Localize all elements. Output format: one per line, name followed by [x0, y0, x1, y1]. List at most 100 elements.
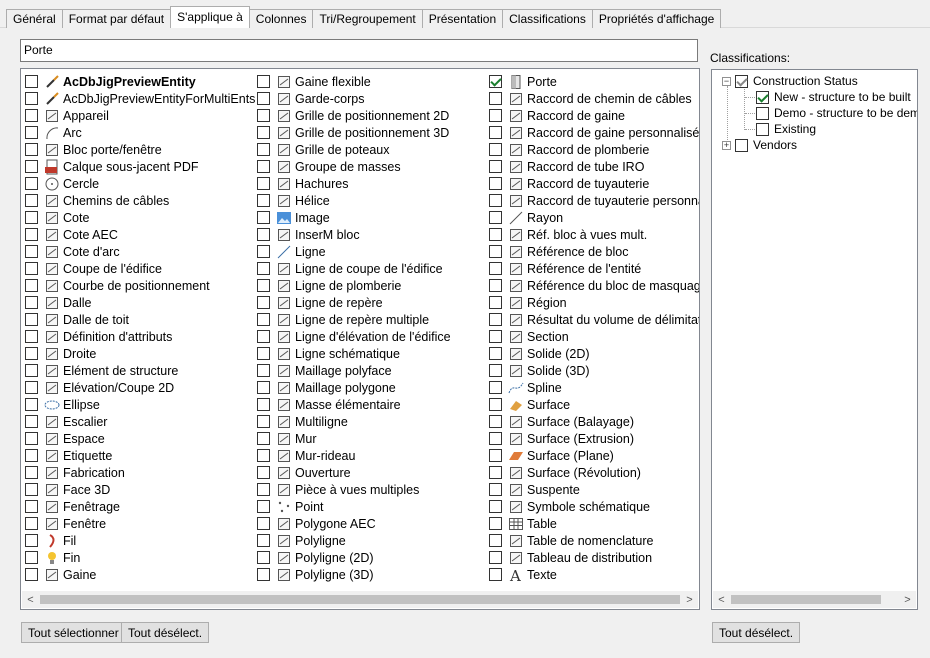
list-item[interactable]: Ligne de repère — [257, 294, 451, 311]
list-item[interactable]: Cercle — [25, 175, 255, 192]
list-item[interactable]: Ligne d'élévation de l'édifice — [257, 328, 451, 345]
list-item[interactable]: Solide (2D) — [489, 345, 699, 362]
list-item[interactable]: Fenêtrage — [25, 498, 255, 515]
item-checkbox[interactable] — [25, 313, 38, 326]
list-item[interactable]: Calque sous-jacent PDF — [25, 158, 255, 175]
tab-6[interactable]: Présentation — [421, 9, 504, 28]
item-checkbox[interactable] — [489, 262, 502, 275]
item-checkbox[interactable] — [489, 347, 502, 360]
list-item[interactable]: AcDbJigPreviewEntity — [25, 73, 255, 90]
list-item[interactable]: Fenêtre — [25, 515, 255, 532]
item-checkbox[interactable] — [25, 483, 38, 496]
item-checkbox[interactable] — [257, 466, 270, 479]
list-item[interactable]: Grille de positionnement 2D — [257, 107, 451, 124]
list-item[interactable]: Réf. bloc à vues mult. — [489, 226, 699, 243]
item-checkbox[interactable] — [257, 364, 270, 377]
list-item[interactable]: Tableau de distribution — [489, 549, 699, 566]
item-checkbox[interactable] — [489, 466, 502, 479]
list-item[interactable]: Face 3D — [25, 481, 255, 498]
list-item[interactable]: Dalle — [25, 294, 255, 311]
item-checkbox[interactable] — [25, 364, 38, 377]
list-item[interactable]: Hélice — [257, 192, 451, 209]
list-item[interactable]: Cote d'arc — [25, 243, 255, 260]
object-type-list[interactable]: AcDbJigPreviewEntity AcDbJigPreviewEntity… — [20, 68, 700, 610]
scrollbar-thumb[interactable] — [40, 595, 680, 604]
item-checkbox[interactable] — [257, 313, 270, 326]
item-checkbox[interactable] — [25, 534, 38, 547]
item-checkbox[interactable] — [257, 517, 270, 530]
item-checkbox[interactable] — [257, 449, 270, 462]
list-item[interactable]: Référence de bloc — [489, 243, 699, 260]
classifications-tree[interactable]: − Construction Status New - structure to… — [711, 69, 918, 610]
existing-checkbox[interactable] — [756, 122, 769, 136]
deselect-all-button[interactable]: Tout désélect. — [121, 622, 210, 643]
list-item[interactable]: Polyligne (2D) — [257, 549, 451, 566]
list-item[interactable]: Fin — [25, 549, 255, 566]
list-item[interactable]: Région — [489, 294, 699, 311]
item-checkbox[interactable] — [257, 228, 270, 241]
list-item[interactable]: Etiquette — [25, 447, 255, 464]
item-checkbox[interactable] — [257, 75, 270, 88]
list-item[interactable]: Ligne de repère multiple — [257, 311, 451, 328]
list-item[interactable]: Spline — [489, 379, 699, 396]
item-checkbox[interactable] — [489, 483, 502, 496]
item-checkbox[interactable] — [257, 534, 270, 547]
list-item[interactable]: InserM bloc — [257, 226, 451, 243]
list-item[interactable]: Mur-rideau — [257, 447, 451, 464]
item-checkbox[interactable] — [257, 296, 270, 309]
list-item[interactable]: Référence de l'entité — [489, 260, 699, 277]
item-checkbox[interactable] — [257, 551, 270, 564]
item-checkbox[interactable] — [257, 381, 270, 394]
list-item[interactable]: Ligne de plomberie — [257, 277, 451, 294]
list-item[interactable]: Hachures — [257, 175, 451, 192]
item-checkbox[interactable] — [25, 449, 38, 462]
list-item[interactable]: Fabrication — [25, 464, 255, 481]
list-item[interactable]: Maillage polyface — [257, 362, 451, 379]
list-item[interactable]: Polygone AEC — [257, 515, 451, 532]
item-checkbox[interactable] — [25, 500, 38, 513]
item-checkbox[interactable] — [257, 245, 270, 258]
list-item[interactable]: Rayon — [489, 209, 699, 226]
item-checkbox[interactable] — [489, 449, 502, 462]
new-structure-checkbox[interactable] — [756, 90, 769, 104]
item-checkbox[interactable] — [257, 432, 270, 445]
list-item[interactable]: Table de nomenclature — [489, 532, 699, 549]
list-item[interactable]: Mur — [257, 430, 451, 447]
list-item[interactable]: Maillage polygone — [257, 379, 451, 396]
list-item[interactable]: Coupe de l'édifice — [25, 260, 255, 277]
item-checkbox[interactable] — [489, 194, 502, 207]
list-item[interactable]: Raccord de plomberie — [489, 141, 699, 158]
list-item[interactable]: AcDbJigPreviewEntityForMultiEnts — [25, 90, 255, 107]
list-item[interactable]: Masse élémentaire — [257, 396, 451, 413]
item-checkbox[interactable] — [489, 177, 502, 190]
item-checkbox[interactable] — [257, 347, 270, 360]
item-checkbox[interactable] — [257, 160, 270, 173]
list-item[interactable]: Ellipse — [25, 396, 255, 413]
list-item[interactable]: Symbole schématique — [489, 498, 699, 515]
item-checkbox[interactable] — [25, 551, 38, 564]
list-item[interactable]: Gaine — [25, 566, 255, 583]
item-checkbox[interactable] — [489, 160, 502, 173]
list-item[interactable]: Raccord de gaine — [489, 107, 699, 124]
item-checkbox[interactable] — [25, 432, 38, 445]
vendors-checkbox[interactable] — [735, 138, 748, 152]
item-checkbox[interactable] — [25, 330, 38, 343]
expand-icon[interactable]: + — [722, 140, 731, 150]
item-checkbox[interactable] — [257, 177, 270, 190]
item-checkbox[interactable] — [257, 109, 270, 122]
tree-node-new[interactable]: New - structure to be built — [756, 89, 911, 105]
item-checkbox[interactable] — [489, 92, 502, 105]
list-item[interactable]: Elévation/Coupe 2D — [25, 379, 255, 396]
list-item[interactable]: Surface (Plane) — [489, 447, 699, 464]
list-item[interactable]: Bloc porte/fenêtre — [25, 141, 255, 158]
tree-node-demo[interactable]: Demo - structure to be demolis — [756, 105, 917, 121]
item-checkbox[interactable] — [257, 330, 270, 343]
item-checkbox[interactable] — [257, 500, 270, 513]
list-item[interactable]: Ligne — [257, 243, 451, 260]
item-checkbox[interactable] — [25, 381, 38, 394]
tree-node-vendors[interactable]: + Vendors — [722, 137, 797, 153]
list-item[interactable]: Table — [489, 515, 699, 532]
list-item[interactable]: Section — [489, 328, 699, 345]
item-checkbox[interactable] — [25, 245, 38, 258]
item-checkbox[interactable] — [25, 211, 38, 224]
